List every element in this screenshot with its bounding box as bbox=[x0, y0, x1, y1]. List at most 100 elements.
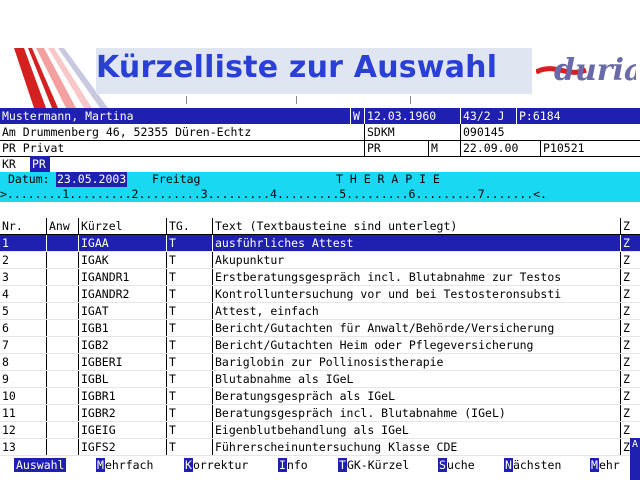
table-row[interactable]: 10 IGBR1 T Beratungsgespräch als IGeL Z bbox=[0, 388, 640, 405]
row-kuerzel: IGAK bbox=[78, 252, 166, 268]
footer-button-mehr[interactable]: Mehr bbox=[590, 456, 620, 474]
weekday: Freitag bbox=[152, 172, 201, 186]
patient-row-1: Mustermann, Martina W 12.03.1960 43/2 J … bbox=[0, 108, 640, 124]
row-text: Beratungsgespräch incl. Blutabnahme (IGe… bbox=[212, 405, 620, 421]
row-z: Z bbox=[620, 337, 640, 353]
button-label: GK-Kürzel bbox=[346, 458, 410, 472]
footer-button-mehrfach[interactable]: Mehrfach bbox=[96, 456, 153, 474]
hotkey-letter: N bbox=[504, 458, 513, 472]
row-kuerzel: IGANDR1 bbox=[78, 269, 166, 285]
row-kuerzel: IGBR1 bbox=[78, 388, 166, 404]
row-text: Blutabnahme als IGeL bbox=[212, 371, 620, 387]
footer-button-auswahl[interactable]: Auswahl bbox=[14, 456, 67, 474]
section-title: T H E R A P I E bbox=[336, 172, 440, 186]
logo-text: duria bbox=[554, 53, 636, 88]
shortcut-table: Nr. Anw Kürzel TG. Text (Textbausteine s… bbox=[0, 218, 640, 456]
patient-address: Am Drummenberg 46, 52355 Düren-Echtz bbox=[2, 125, 252, 139]
patient-row-3: PR Privat PR M 22.09.00 P10521 bbox=[0, 140, 640, 157]
row-anw bbox=[46, 320, 78, 336]
row-kuerzel: IGBR2 bbox=[78, 405, 166, 421]
footer-button-korrektur[interactable]: Korrektur bbox=[184, 456, 248, 474]
row-nr: 8 bbox=[2, 355, 9, 369]
patient-code1: SDKM bbox=[364, 124, 460, 140]
hotkey-letter: T bbox=[338, 458, 347, 472]
header-nr: Nr. bbox=[2, 219, 23, 233]
hotkey-letter: K bbox=[184, 458, 193, 472]
hotkey-letter: M bbox=[590, 458, 599, 472]
footer-button-nächsten[interactable]: Nächsten bbox=[504, 456, 561, 474]
row-kuerzel: IGBERI bbox=[78, 354, 166, 370]
row-tg: T bbox=[166, 286, 212, 302]
row-nr: 9 bbox=[2, 372, 9, 386]
row-z: Z bbox=[620, 303, 640, 319]
table-row[interactable]: 11 IGBR2 T Beratungsgespräch incl. Blutabna… bbox=[0, 405, 640, 422]
patient-name: Mustermann, Martina bbox=[2, 109, 134, 123]
footer-button-info[interactable]: Info bbox=[278, 456, 308, 474]
row-nr: 2 bbox=[2, 253, 9, 267]
date-bar: Datum: 23.05.2003 Freitag T H E R A P I … bbox=[0, 172, 640, 187]
table-row[interactable]: 5 IGAT T Attest, einfach Z bbox=[0, 303, 640, 320]
row-anw bbox=[46, 388, 78, 404]
table-row[interactable]: 6 IGB1 T Bericht/Gutachten für Anwalt/Behör… bbox=[0, 320, 640, 337]
table-row[interactable]: 12 IGEIG T Eigenblutbehandlung als IGeL Z bbox=[0, 422, 640, 439]
hotkey-letter: M bbox=[96, 458, 105, 472]
row-anw bbox=[46, 235, 78, 251]
row-kuerzel: IGAT bbox=[78, 303, 166, 319]
row-anw bbox=[46, 371, 78, 387]
table-row[interactable]: 4 IGANDR2 T Kontrolluntersuchung vor und be… bbox=[0, 286, 640, 303]
row-anw bbox=[46, 422, 78, 438]
footer-button-tgk-kürzel[interactable]: TGK-Kürzel bbox=[338, 456, 409, 474]
row-text: Attest, einfach bbox=[212, 303, 620, 319]
button-label: uche bbox=[446, 458, 475, 472]
row-kuerzel: IGB2 bbox=[78, 337, 166, 353]
ruler-tick bbox=[410, 96, 411, 104]
kr-label: KR bbox=[2, 157, 16, 171]
patient-row-4: KR PR bbox=[0, 156, 640, 173]
row-kuerzel: IGAA bbox=[78, 235, 166, 251]
row-tg: T bbox=[166, 388, 212, 404]
row-text: Bariglobin zur Pollinosistherapie bbox=[212, 354, 620, 370]
date-value[interactable]: 23.05.2003 bbox=[56, 172, 128, 187]
row-nr: 13 bbox=[2, 440, 16, 454]
date-label: Datum: bbox=[8, 172, 50, 186]
row-z: Z bbox=[620, 371, 640, 387]
row-tg: T bbox=[166, 337, 212, 353]
patient-code2: 090145 bbox=[460, 124, 640, 140]
ruler-tick bbox=[186, 96, 187, 104]
row-kuerzel: IGEIG bbox=[78, 422, 166, 438]
row-tg: T bbox=[166, 405, 212, 421]
page-title: Kürzelliste zur Auswahl bbox=[96, 50, 498, 85]
row-nr: 5 bbox=[2, 304, 9, 318]
scroll-indicator[interactable]: A bbox=[630, 438, 640, 480]
table-row[interactable]: 2 IGAK T Akupunktur Z bbox=[0, 252, 640, 269]
row-nr: 11 bbox=[2, 406, 16, 420]
row-nr: 12 bbox=[2, 423, 16, 437]
button-label: ächsten bbox=[512, 458, 562, 472]
table-row[interactable]: 8 IGBERI T Bariglobin zur Pollinosistherapi… bbox=[0, 354, 640, 371]
row-nr: 10 bbox=[2, 389, 16, 403]
insurance-date: 22.09.00 bbox=[460, 140, 540, 156]
row-tg: T bbox=[166, 303, 212, 319]
table-row[interactable]: 7 IGB2 T Bericht/Gutachten Heim oder Pflege… bbox=[0, 337, 640, 354]
insurance-type: PR Privat bbox=[2, 141, 65, 155]
table-row[interactable]: 13 IGFS2 T Führerscheinuntersuchung Klasse … bbox=[0, 439, 640, 456]
column-ruler: >........1.........2.........3.........4… bbox=[0, 187, 640, 202]
row-tg: T bbox=[166, 371, 212, 387]
row-nr: 3 bbox=[2, 270, 9, 284]
row-text: Kontrolluntersuchung vor und bei Testost… bbox=[212, 286, 620, 302]
row-z: Z bbox=[620, 269, 640, 285]
table-row[interactable]: 3 IGANDR1 T Erstberatungsgespräch incl. Blu… bbox=[0, 269, 640, 286]
footer-button-suche[interactable]: Suche bbox=[438, 456, 475, 474]
table-row[interactable]: 9 IGBL T Blutabnahme als IGeL Z bbox=[0, 371, 640, 388]
hotkey-letter: Auswahl bbox=[14, 458, 67, 472]
table-row[interactable]: 1 IGAA Tausführliches Attest Z bbox=[0, 235, 640, 252]
row-z: Z bbox=[620, 405, 640, 421]
row-z: Z bbox=[620, 252, 640, 268]
row-z: Z bbox=[620, 235, 640, 251]
row-text: Beratungsgespräch als IGeL bbox=[212, 388, 620, 404]
insurance-short: PR bbox=[364, 140, 428, 156]
spacer bbox=[0, 202, 640, 218]
kr-value[interactable]: PR bbox=[30, 156, 50, 172]
button-label: orrektur bbox=[192, 458, 249, 472]
header-tg: TG. bbox=[166, 218, 212, 234]
